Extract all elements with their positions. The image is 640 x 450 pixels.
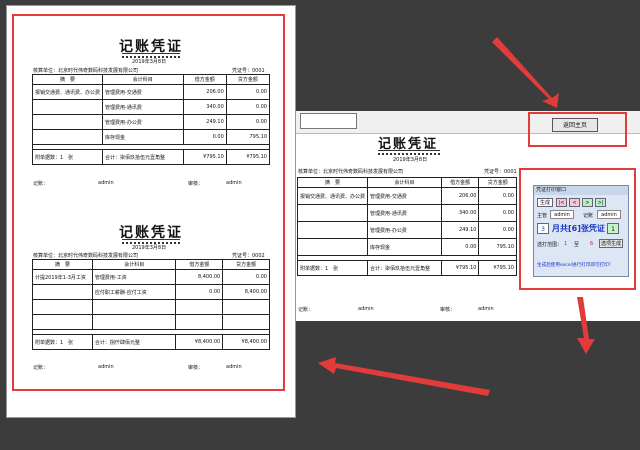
annotation-arrows bbox=[318, 37, 595, 396]
arrow-to-print-page bbox=[318, 357, 490, 396]
arrow-to-return-button bbox=[492, 37, 559, 108]
arrow-to-print-dialog bbox=[577, 297, 595, 354]
